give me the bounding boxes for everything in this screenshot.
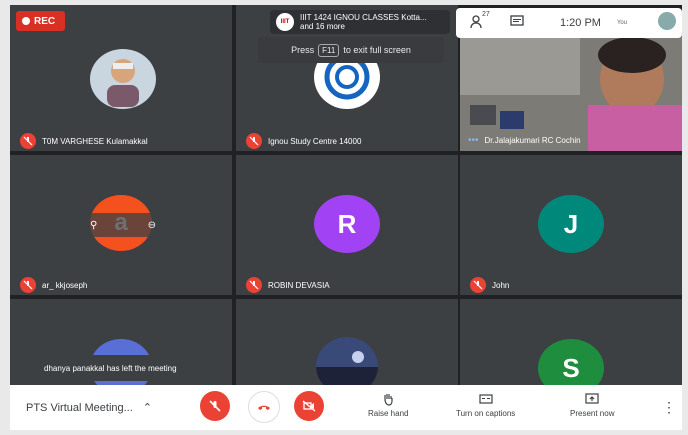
participant-avatar: R	[314, 195, 380, 253]
participant-name: T0M VARGHESE Kulamakkal	[42, 136, 148, 146]
captions-button[interactable]: Turn on captions	[456, 392, 515, 418]
participant-label: ROBIN DEVASIA	[246, 277, 330, 293]
chat-notification[interactable]: IIIT IIIT 1424 IGNOU CLASSES Kotta... an…	[270, 10, 450, 34]
mic-toggle-button[interactable]	[200, 391, 230, 421]
self-view-avatar[interactable]	[658, 12, 676, 30]
participant-label: ar_ kkjoseph	[20, 277, 87, 293]
fullscreen-hint: Press F11 to exit full screen	[258, 37, 444, 63]
hand-icon	[384, 394, 393, 406]
more-options-icon[interactable]: ⋮	[662, 399, 676, 416]
participant-tile: S	[460, 299, 682, 397]
tile-hover-controls[interactable]: ⚲ ⊖	[82, 213, 164, 237]
pin-icon[interactable]: ⚲	[90, 220, 97, 231]
record-dot-icon	[22, 17, 30, 25]
meeting-title: PTS Virtual Meeting...	[26, 401, 133, 414]
participant-tile	[236, 299, 458, 395]
notification-line2: and 16 more	[300, 22, 345, 31]
mic-off-icon	[209, 400, 221, 412]
notification-line1: IIIT 1424 IGNOU CLASSES Kotta...	[300, 13, 427, 22]
participant-label: Ignou Study Centre 14000	[246, 133, 361, 149]
participant-label: ••• Dr.Jalajakumari RC Cochin	[468, 135, 581, 146]
people-icon[interactable]: 27	[470, 11, 490, 32]
f11-key: F11	[318, 43, 340, 57]
leave-call-button[interactable]	[248, 391, 280, 423]
group-logo-icon: IIIT	[276, 13, 294, 31]
notification-text: IIIT 1424 IGNOU CLASSES Kotta... and 16 …	[300, 13, 427, 31]
hint-before: Press	[291, 45, 315, 55]
more-dots-icon: •••	[468, 135, 479, 146]
avatar-initial: J	[563, 208, 579, 239]
mic-off-icon	[20, 277, 36, 293]
participant-photo	[90, 49, 156, 109]
camera-off-icon	[302, 400, 316, 412]
mic-off-icon	[470, 277, 486, 293]
participant-avatar: J	[538, 195, 604, 253]
recording-label: REC	[34, 15, 56, 27]
meeting-stage: T0M VARGHESE Kulamakkal Ignou Study Cent…	[10, 5, 682, 430]
bottom-toolbar: PTS Virtual Meeting... ⌃ Raise hand Turn…	[10, 385, 682, 430]
participant-video-tile: ••• Dr.Jalajakumari RC Cochin	[460, 35, 682, 151]
chevron-up-icon[interactable]: ⌃	[143, 401, 152, 414]
hang-up-icon	[258, 405, 270, 410]
mic-off-icon	[246, 133, 262, 149]
raise-hand-label: Raise hand	[368, 409, 409, 418]
participant-tile: a ⚲ ⊖ ar_ kkjoseph	[10, 155, 232, 295]
hint-after: to exit full screen	[343, 45, 411, 55]
remove-icon[interactable]: ⊖	[148, 220, 156, 231]
participant-label: T0M VARGHESE Kulamakkal	[20, 133, 148, 149]
clock-time: 1:20 PM	[560, 17, 601, 29]
participant-tile: R ROBIN DEVASIA	[236, 155, 458, 295]
camera-toggle-button[interactable]	[294, 391, 324, 421]
webcam-feed-image	[460, 35, 682, 151]
captions-label: Turn on captions	[456, 409, 516, 418]
left-meeting-toast: dhanya panakkal has left the meeting	[34, 355, 220, 381]
meeting-details[interactable]: PTS Virtual Meeting... ⌃	[26, 401, 152, 415]
present-now-button[interactable]: Present now	[570, 392, 614, 418]
present-label: Present now	[570, 409, 615, 418]
mic-off-icon	[246, 277, 262, 293]
avatar-initial: R	[337, 208, 357, 239]
avatar-initial: S	[562, 352, 580, 383]
people-count: 27	[482, 10, 490, 18]
mic-off-icon	[20, 133, 36, 149]
status-panel: 27 1:20 PM You	[456, 8, 682, 38]
participant-name: John	[492, 280, 510, 290]
captions-icon	[479, 394, 493, 404]
you-label: You	[616, 20, 628, 26]
participant-tile: J John	[460, 155, 682, 295]
raise-hand-button[interactable]: Raise hand	[368, 392, 408, 418]
participant-name: ar_ kkjoseph	[42, 280, 88, 290]
chat-icon[interactable]	[510, 14, 524, 32]
participant-name: Ignou Study Centre 14000	[268, 136, 362, 146]
person-photo-icon	[107, 59, 139, 107]
participant-label: John	[470, 277, 509, 293]
participant-name: ROBIN DEVASIA	[268, 280, 330, 290]
present-icon	[585, 393, 599, 404]
participant-name: Dr.Jalajakumari RC Cochin	[484, 136, 581, 145]
recording-badge: REC	[16, 11, 66, 31]
